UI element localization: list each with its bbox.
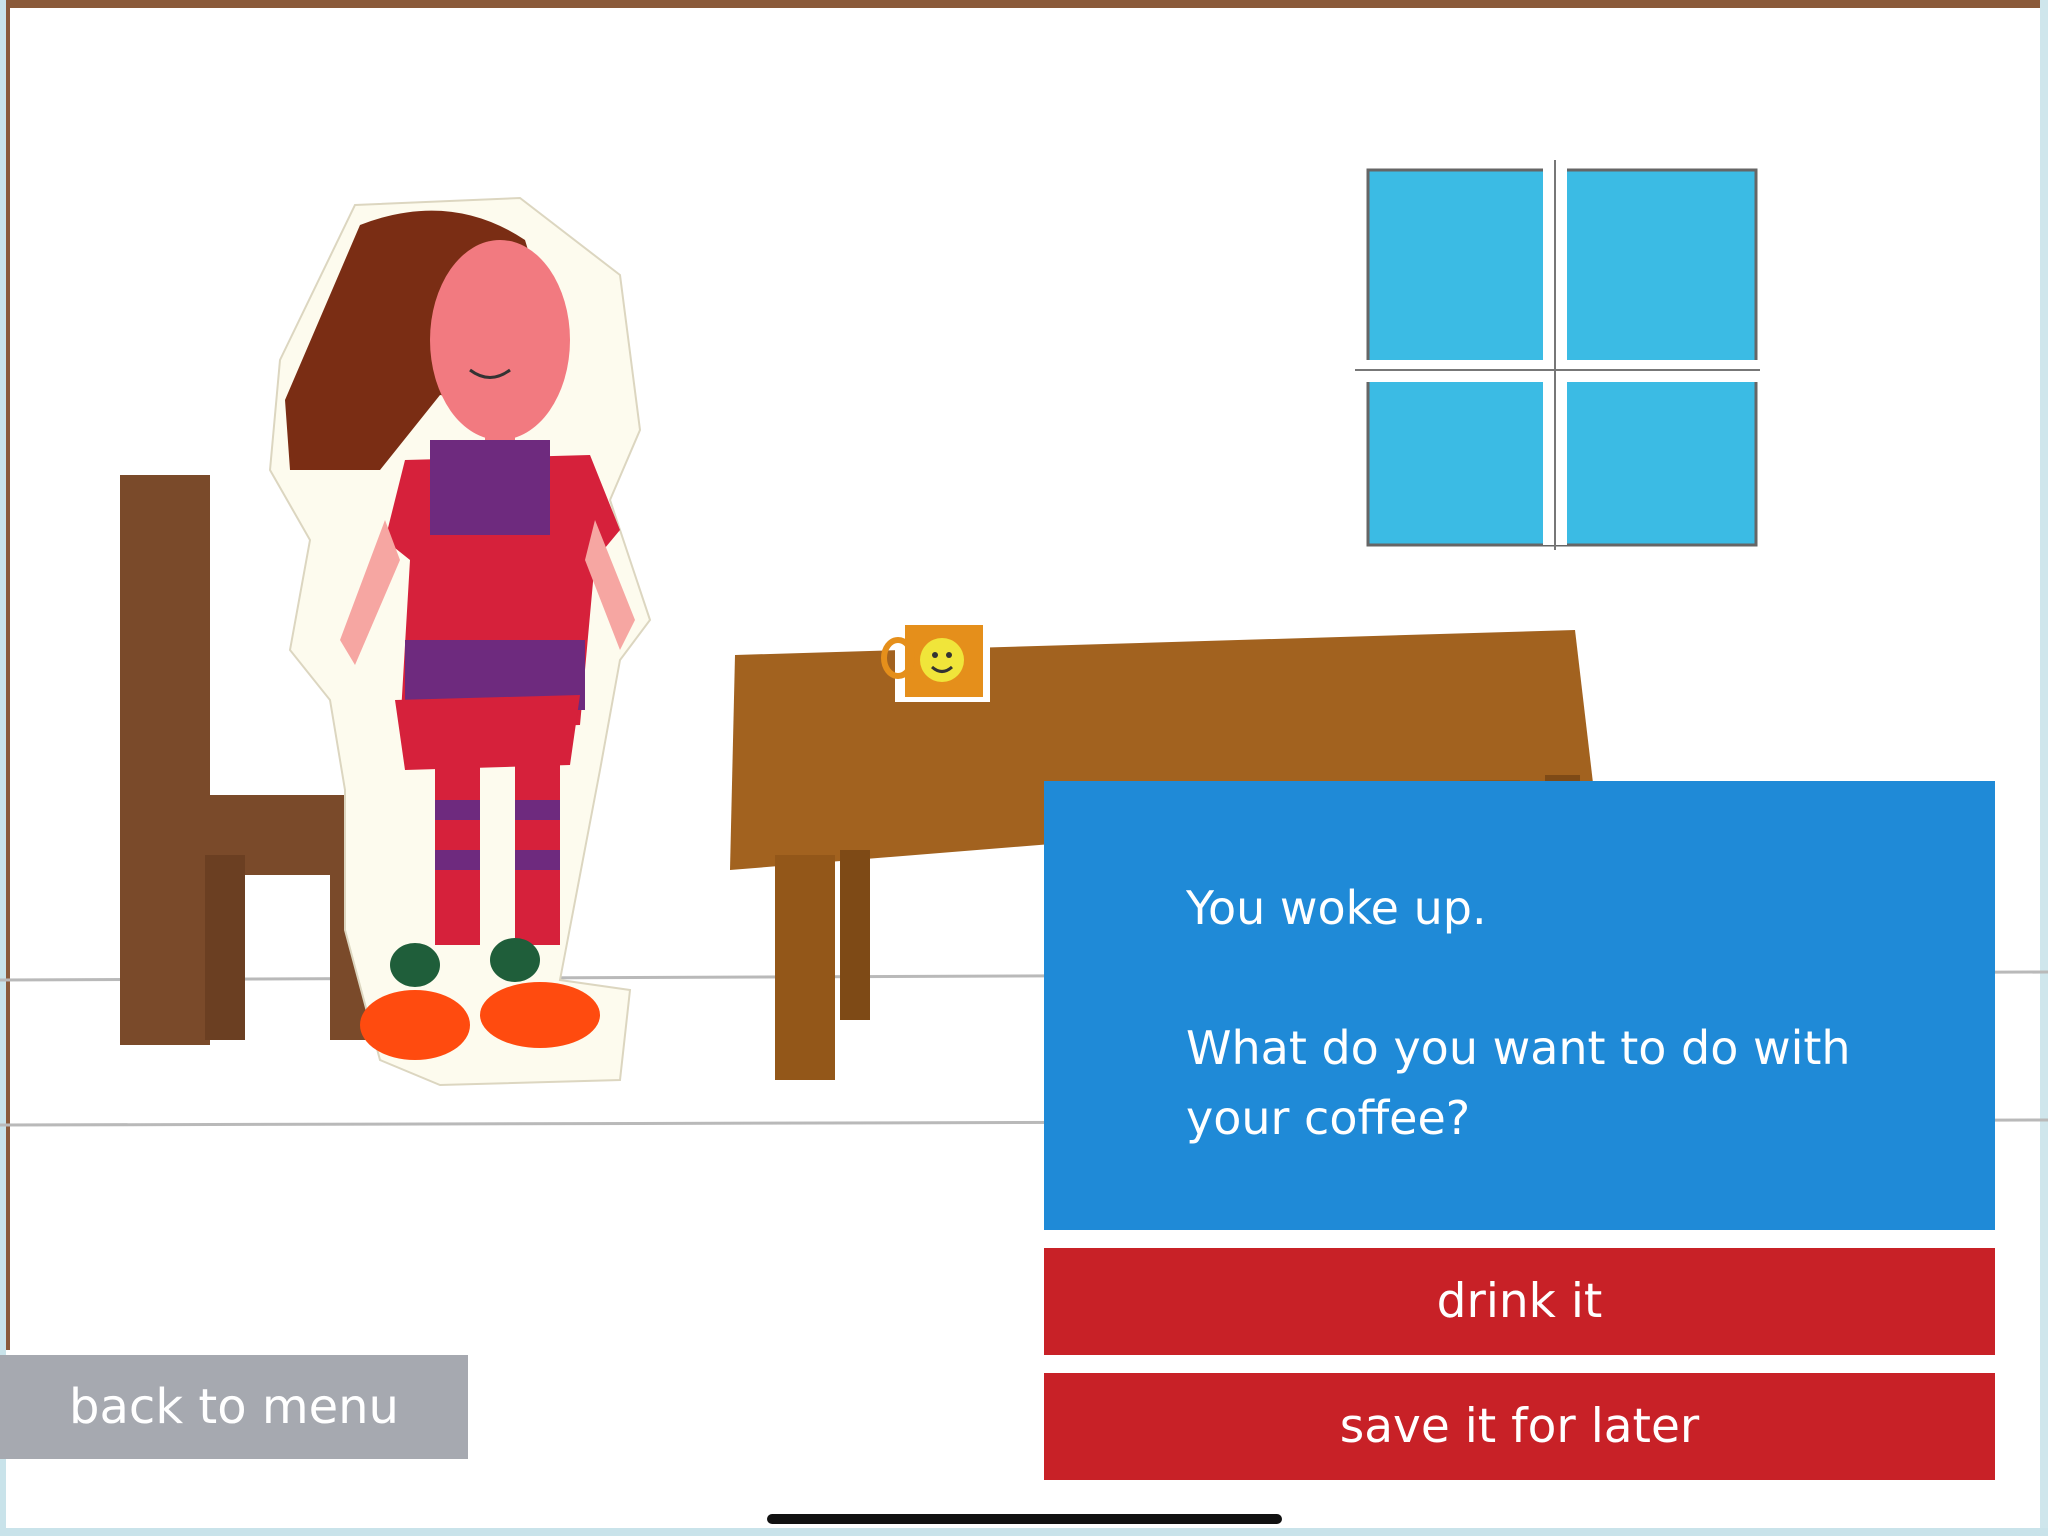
girl-character-icon [268,196,652,1087]
choice-drink-button[interactable]: drink it [1044,1248,1995,1355]
story-line-2: What do you want to do with your coffee? [1186,1021,1851,1145]
story-line-1: You woke up. [1186,881,1487,935]
story-dialog: You woke up. What do you want to do with… [1044,781,1995,1230]
coffee-mug-icon [881,612,990,702]
window-icon [1355,160,1760,550]
home-indicator[interactable] [767,1514,1282,1524]
back-to-menu-button[interactable]: back to menu [0,1355,468,1459]
choice-save-button[interactable]: save it for later [1044,1373,1995,1480]
